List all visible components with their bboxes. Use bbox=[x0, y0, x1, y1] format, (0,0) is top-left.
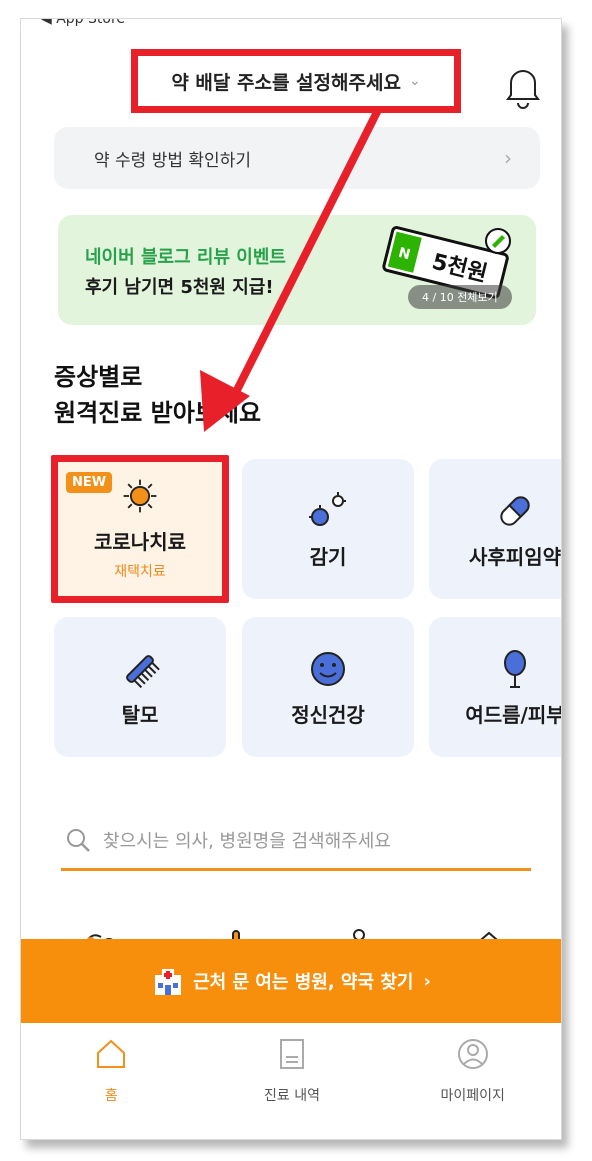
search-bar[interactable]: 찾으시는 의사, 병원명을 검색해주세요 bbox=[61, 811, 531, 871]
back-to-app-store[interactable]: ◀ App Store bbox=[41, 19, 125, 27]
banner-subtitle: 후기 남기면 5천원 지급! bbox=[85, 277, 274, 298]
banner-title: 네이버 블로그 리뷰 이벤트 bbox=[85, 247, 286, 268]
category-label: 사후피임약 bbox=[469, 544, 561, 569]
category-hair-loss[interactable]: 탈모 bbox=[54, 617, 226, 757]
category-covid[interactable]: NEW 코로나치료 재택치료 bbox=[51, 455, 229, 603]
banner-pager[interactable]: 4 / 10 전체보기 bbox=[408, 285, 512, 309]
chevron-right-icon: › bbox=[423, 970, 431, 992]
category-label: 코로나치료 bbox=[94, 529, 186, 554]
category-label: 감기 bbox=[309, 544, 347, 569]
symptom-section-title: 증상별로 원격진료 받아보세요 bbox=[54, 363, 262, 427]
new-badge: NEW bbox=[66, 472, 113, 493]
category-acne-skin[interactable]: 여드름/피부 bbox=[429, 617, 562, 757]
tab-label: 진료 내역 bbox=[264, 1088, 320, 1104]
search-placeholder: 찾으시는 의사, 병원명을 검색해주세요 bbox=[103, 830, 391, 852]
pickup-method-row[interactable]: 약 수령 방법 확인하기 › bbox=[54, 127, 540, 189]
germ-icon bbox=[309, 491, 346, 526]
tab-home[interactable]: 홈 bbox=[21, 1023, 202, 1139]
virus-icon bbox=[123, 479, 157, 513]
balloon-icon bbox=[504, 649, 526, 688]
tab-label: 홈 bbox=[104, 1088, 118, 1104]
cta-label: 근처 문 여는 병원, 약국 찾기 bbox=[193, 972, 414, 993]
pill-icon bbox=[500, 495, 530, 526]
document-icon bbox=[280, 1039, 304, 1069]
home-icon bbox=[97, 1039, 126, 1068]
chevron-right-icon: › bbox=[504, 146, 512, 170]
category-contraceptive[interactable]: 사후피임약 bbox=[429, 459, 561, 599]
search-icon bbox=[67, 828, 90, 852]
comb-icon bbox=[126, 654, 160, 688]
event-banner[interactable]: 네이버 블로그 리뷰 이벤트 후기 남기면 5천원 지급! N 5천원 4 / … bbox=[58, 215, 536, 325]
address-prompt: 약 배달 주소를 설정해주세요 bbox=[171, 71, 401, 94]
tab-label: 마이페이지 bbox=[440, 1088, 505, 1104]
category-mental-health[interactable]: 정신건강 bbox=[242, 617, 414, 757]
bell-icon[interactable] bbox=[503, 63, 543, 109]
bottom-tab-bar: 홈 진료 내역 마이페이지 bbox=[21, 1023, 561, 1139]
category-cold[interactable]: 감기 bbox=[242, 459, 414, 599]
chevron-down-icon: ⌄ bbox=[408, 73, 421, 89]
app-screen: ◀ App Store 약 배달 주소를 설정해주세요 ⌄ 약 수령 방법 확인… bbox=[20, 18, 562, 1140]
category-label: 여드름/피부 bbox=[465, 702, 562, 727]
tab-mypage[interactable]: 마이페이지 bbox=[382, 1023, 561, 1139]
find-open-clinics-button[interactable]: 근처 문 여는 병원, 약국 찾기 › bbox=[21, 939, 561, 1023]
category-sub: 재택치료 bbox=[114, 563, 166, 580]
tab-history[interactable]: 진료 내역 bbox=[202, 1023, 383, 1139]
category-label: 정신건강 bbox=[291, 702, 365, 727]
hospital-icon bbox=[155, 969, 182, 995]
category-label: 탈모 bbox=[121, 702, 159, 727]
address-selector[interactable]: 약 배달 주소를 설정해주세요 ⌄ bbox=[131, 49, 461, 113]
profile-icon bbox=[457, 1039, 488, 1069]
smile-icon bbox=[311, 651, 345, 686]
pickup-method-label: 약 수령 방법 확인하기 bbox=[94, 150, 251, 171]
